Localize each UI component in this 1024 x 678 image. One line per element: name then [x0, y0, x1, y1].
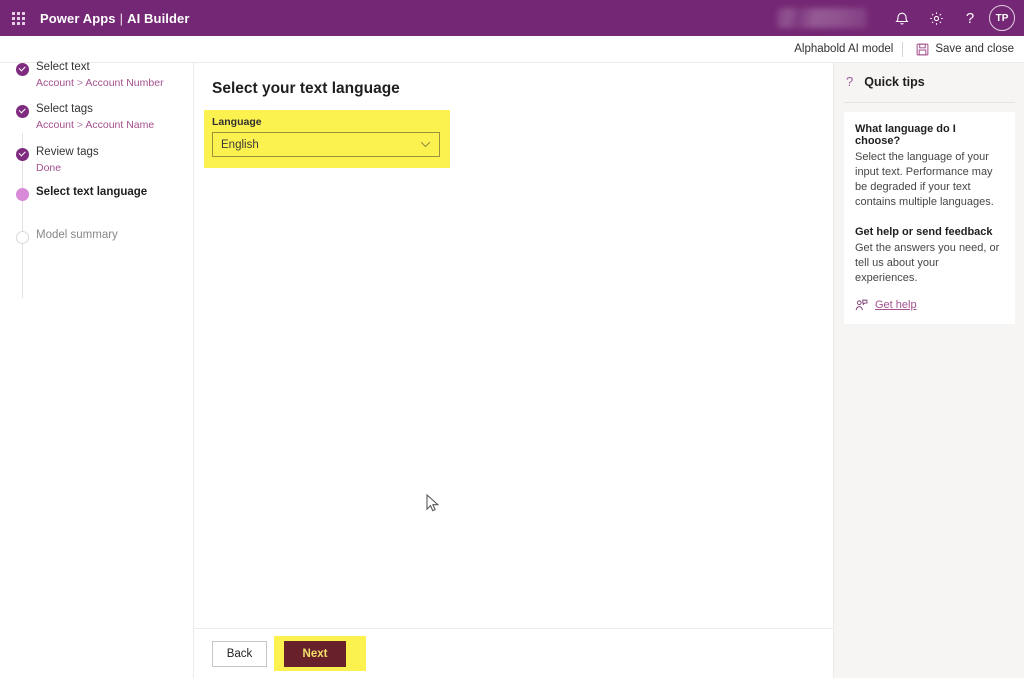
brand-separator: | [119, 10, 124, 26]
step-status-icon-current [16, 188, 29, 201]
get-help-link[interactable]: Get help [875, 299, 917, 311]
tip-card-language: What language do I choose? Select the la… [844, 112, 1015, 222]
step-label: Review tags [36, 146, 99, 158]
tip-card-get-help: Get help or send feedback Get the answer… [844, 215, 1015, 324]
mouse-pointer-arrow [426, 493, 440, 518]
settings-button[interactable] [919, 0, 953, 36]
question-mark-icon: ? [846, 74, 854, 89]
waffle-grid [11, 11, 25, 25]
step-sublabel: Account > Account Name [36, 119, 154, 131]
language-field-label: Language [212, 116, 262, 128]
notifications-button[interactable] [885, 0, 919, 36]
help-button[interactable]: ? [953, 0, 987, 36]
main-content: Select your text language Language Engli… [194, 63, 833, 678]
language-dropdown-value: English [221, 138, 259, 151]
language-dropdown[interactable]: English [212, 132, 440, 157]
page-title: Select your text language [212, 80, 400, 97]
step-status-icon-done [16, 63, 29, 76]
step-status-icon-pending [16, 231, 29, 244]
question-mark-icon: ? [965, 9, 975, 27]
suite-header: Power Apps | AI Builder ? TP [0, 0, 1024, 36]
footer-divider [194, 628, 833, 629]
quick-tips-title: Quick tips [864, 74, 925, 89]
brand-section: AI Builder [127, 10, 190, 26]
brand-title: Power Apps | AI Builder [40, 11, 190, 26]
language-field-highlight: Language English [204, 110, 450, 168]
command-bar: Alphabold AI model Save and close [0, 36, 1024, 63]
step-sub-separator: > [76, 119, 84, 131]
tip-body: Select the language of your input text. … [855, 151, 994, 208]
gear-icon [929, 11, 944, 26]
step-status-icon-done [16, 148, 29, 161]
environment-name-redacted [777, 8, 867, 28]
step-label: Select text [36, 61, 90, 73]
get-help-link-row[interactable]: Get help [855, 299, 1004, 312]
tip-heading: What language do I choose? [855, 123, 956, 147]
save-and-close-button[interactable]: Save and close [912, 41, 1018, 58]
avatar[interactable]: TP [989, 5, 1015, 31]
quick-tips-divider [844, 102, 1015, 103]
step-sublabel: Account > Account Number [36, 77, 164, 89]
tip-heading: Get help or send feedback [855, 226, 993, 238]
step-sub-prefix: Account [36, 119, 74, 131]
person-speech-bubble-icon [855, 299, 868, 312]
save-and-close-label: Save and close [935, 43, 1014, 55]
step-sub-suffix: Account Number [85, 77, 164, 89]
step-rail: Select text Account > Account Number Sel… [0, 61, 194, 678]
quick-tips-panel: ? Quick tips What language do I choose? … [833, 63, 1024, 678]
brand-product: Power Apps [40, 10, 116, 26]
model-name-label: Alphabold AI model [794, 43, 894, 55]
step-label: Select tags [36, 103, 93, 115]
app-root: Power Apps | AI Builder ? TP Alphabold A… [0, 0, 1024, 678]
save-floppy-icon [916, 43, 929, 56]
bell-icon [895, 11, 909, 26]
back-button[interactable]: Back [212, 641, 267, 667]
chevron-down-icon [420, 141, 431, 148]
wizard-button-row: Back Next [212, 636, 366, 671]
step-label: Select text language [36, 186, 148, 198]
step-sub-suffix: Account Name [85, 119, 155, 131]
step-status-icon-done [16, 105, 29, 118]
next-button[interactable]: Next [284, 641, 346, 667]
quick-tips-header: ? Quick tips [846, 74, 925, 89]
command-bar-divider [902, 41, 904, 57]
step-sublabel: Done [36, 162, 62, 174]
app-launcher-waffle-icon[interactable] [0, 0, 36, 36]
step-sub-separator: > [76, 77, 84, 89]
step-sub-prefix: Account [36, 77, 74, 89]
tip-body: Get the answers you need, or tell us abo… [855, 242, 1000, 284]
step-label: Model summary [36, 229, 118, 241]
